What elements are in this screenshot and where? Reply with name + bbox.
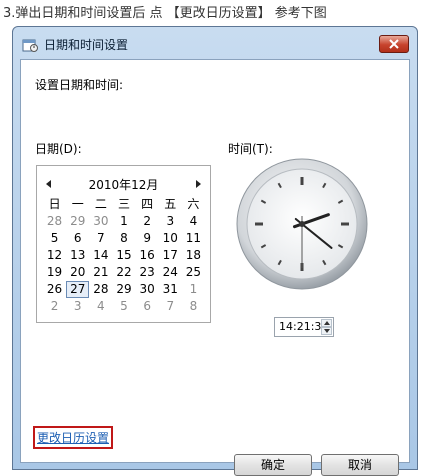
calendar-day[interactable]: 19 xyxy=(43,264,66,281)
weekday-header: 五 xyxy=(164,197,177,211)
calendar-day[interactable]: 4 xyxy=(89,298,112,315)
time-input[interactable]: 14:21:30 xyxy=(274,317,334,337)
calendar-clock-icon xyxy=(22,37,38,52)
calendar-day[interactable]: 22 xyxy=(112,264,135,281)
calendar-day[interactable]: 2 xyxy=(43,298,66,315)
calendar-day[interactable]: 11 xyxy=(182,230,205,247)
calendar-day-selected[interactable]: 27 xyxy=(66,281,90,298)
calendar-day[interactable]: 3 xyxy=(66,298,89,315)
calendar-day[interactable]: 14 xyxy=(89,247,112,264)
calendar-day[interactable]: 6 xyxy=(66,230,89,247)
calendar-day[interactable]: 18 xyxy=(182,247,205,264)
calendar-day[interactable]: 12 xyxy=(43,247,66,264)
calendar-day[interactable]: 17 xyxy=(159,247,182,264)
calendar-day[interactable]: 9 xyxy=(136,230,159,247)
close-button[interactable] xyxy=(379,35,409,53)
calendar-day[interactable]: 8 xyxy=(112,230,135,247)
calendar-day[interactable]: 6 xyxy=(136,298,159,315)
calendar-day[interactable]: 2 xyxy=(136,213,159,230)
calendar-day[interactable]: 26 xyxy=(43,281,66,298)
calendar-month-label[interactable]: 2010年12月 xyxy=(37,176,210,193)
title-bar[interactable]: 日期和时间设置 xyxy=(13,27,417,59)
calendar-day[interactable]: 5 xyxy=(43,230,66,247)
time-spinner[interactable] xyxy=(321,319,332,335)
time-label: 时间(T): xyxy=(228,142,273,156)
calendar-day[interactable]: 25 xyxy=(182,264,205,281)
calendar-day[interactable]: 1 xyxy=(112,213,135,230)
cancel-button[interactable]: 取消 xyxy=(321,454,399,476)
dialog-content: 设置日期和时间: 日期(D): 时间(T): 2010年12月 日一二三四五六 2… xyxy=(20,59,410,476)
calendar-day[interactable]: 28 xyxy=(43,213,66,230)
dialog-title: 日期和时间设置 xyxy=(44,38,129,52)
calendar-day[interactable]: 15 xyxy=(112,247,135,264)
weekday-header: 二 xyxy=(94,197,107,211)
calendar-day-grid: 日一二三四五六 28 29 30 1 2 3 4 5 6 7 8 9 10 11 12 13 14 15 16 17 18… xyxy=(43,196,205,315)
time-increment-button[interactable] xyxy=(321,319,332,327)
calendar-day[interactable]: 30 xyxy=(136,281,159,298)
time-decrement-button[interactable] xyxy=(321,327,332,335)
weekday-header: 日 xyxy=(48,197,61,211)
calendar-day[interactable]: 28 xyxy=(89,281,112,298)
calendar-widget: 2010年12月 日一二三四五六 28 29 30 1 2 3 4 5 6 7 8 9 10 11 12 13 1… xyxy=(36,165,211,323)
date-time-settings-dialog: 日期和时间设置 设置日期和时间: 日期(D): 时间(T): 2010年12月 … xyxy=(12,26,418,476)
arrow-up-icon xyxy=(324,321,330,325)
ok-button[interactable]: 确定 xyxy=(234,454,312,476)
calendar-day[interactable]: 7 xyxy=(89,230,112,247)
set-date-time-heading: 设置日期和时间: xyxy=(35,78,124,92)
next-month-button[interactable] xyxy=(192,176,204,190)
calendar-day[interactable]: 5 xyxy=(112,298,135,315)
date-label: 日期(D): xyxy=(35,142,82,156)
close-icon xyxy=(389,39,399,49)
calendar-day[interactable]: 7 xyxy=(159,298,182,315)
calendar-day[interactable]: 23 xyxy=(136,264,159,281)
change-calendar-settings-link[interactable]: 更改日历设置 xyxy=(33,426,114,449)
calendar-day[interactable]: 30 xyxy=(89,213,112,230)
calendar-day[interactable]: 13 xyxy=(66,247,89,264)
arrow-down-icon xyxy=(324,329,330,333)
calendar-day[interactable]: 16 xyxy=(136,247,159,264)
weekday-header: 三 xyxy=(117,197,130,211)
instruction-caption: 3.弹出日期和时间设置后 点 【更改日历设置】 参考下图 xyxy=(3,6,327,21)
analog-clock xyxy=(236,158,368,290)
weekday-header: 六 xyxy=(187,197,200,211)
calendar-day[interactable]: 3 xyxy=(159,213,182,230)
weekday-header: 一 xyxy=(71,197,84,211)
calendar-day[interactable]: 4 xyxy=(182,213,205,230)
chevron-right-icon xyxy=(196,180,201,188)
calendar-day[interactable]: 24 xyxy=(159,264,182,281)
calendar-day[interactable]: 10 xyxy=(159,230,182,247)
calendar-day[interactable]: 29 xyxy=(112,281,135,298)
calendar-day[interactable]: 21 xyxy=(89,264,112,281)
calendar-day[interactable]: 1 xyxy=(182,281,205,298)
weekday-header: 四 xyxy=(141,197,154,211)
calendar-day[interactable]: 29 xyxy=(66,213,89,230)
calendar-day[interactable]: 8 xyxy=(182,298,205,315)
calendar-day[interactable]: 20 xyxy=(66,264,89,281)
calendar-header: 2010年12月 xyxy=(37,174,210,192)
calendar-day[interactable]: 31 xyxy=(159,281,182,298)
